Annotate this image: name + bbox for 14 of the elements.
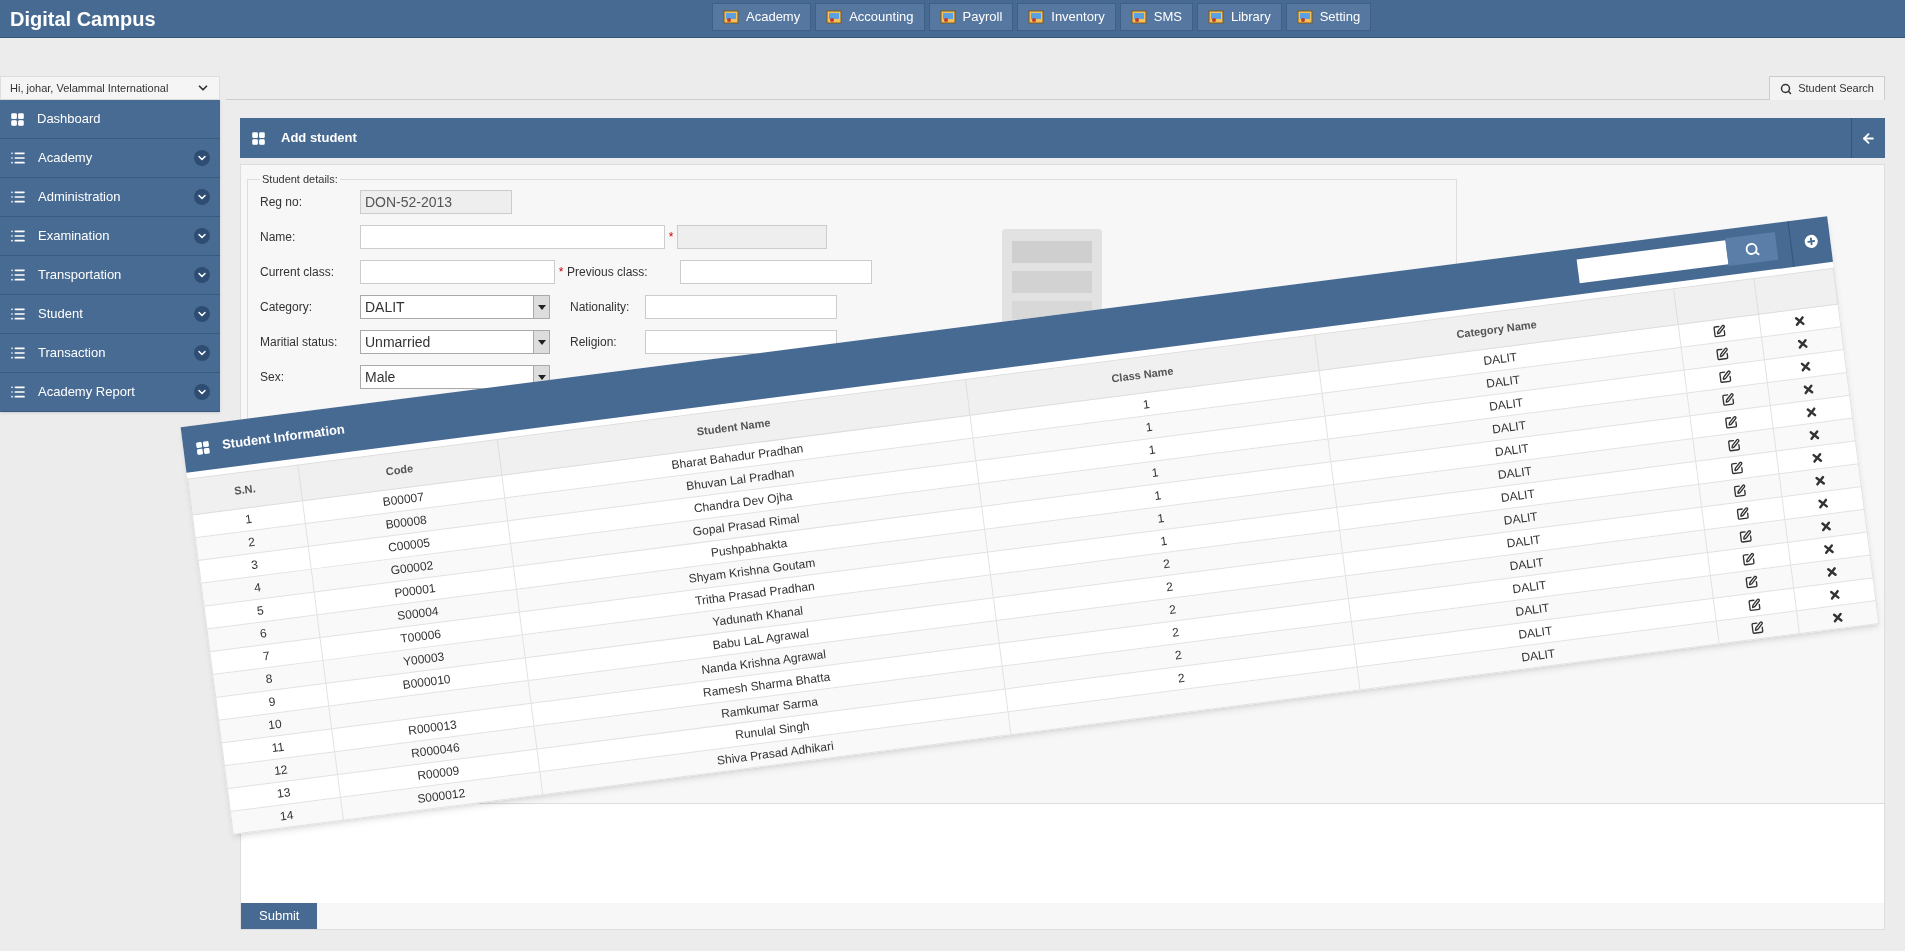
field-label: Sex: (260, 369, 285, 386)
field-label: Name: (260, 229, 297, 246)
field-label: Nationality: (570, 299, 631, 316)
fieldset-legend: Student details: (260, 171, 340, 188)
field-label: Maritial status: (260, 334, 339, 351)
field-label: Previous class: (567, 264, 649, 281)
panel-title: Add student (281, 129, 358, 148)
field-label: Current class: (260, 264, 336, 281)
required-mark: * (668, 229, 674, 246)
app-title: Digital Campus (9, 6, 156, 32)
field-label: Category: (260, 299, 314, 316)
field-label: Religion: (570, 334, 618, 351)
required-mark: * (558, 264, 564, 281)
field-label: Reg no: (260, 194, 304, 211)
